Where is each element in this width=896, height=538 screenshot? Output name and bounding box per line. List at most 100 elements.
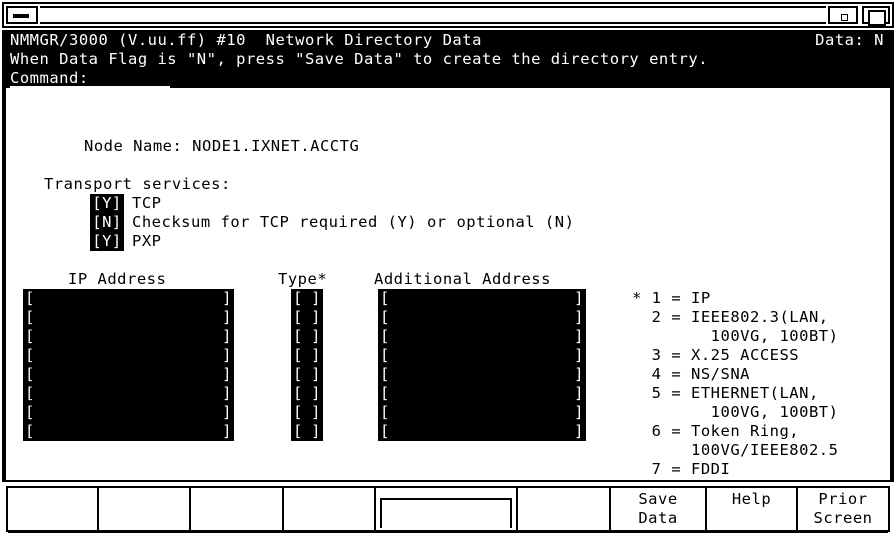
field-bracket-left: [: [25, 327, 35, 345]
ip-address-field-row[interactable]: []: [23, 384, 234, 403]
node-name-row: Node Name: NODE1.IXNET.ACCTG: [84, 137, 359, 156]
additional-address-field-row[interactable]: []: [378, 365, 586, 384]
field-bracket-left: [: [293, 346, 303, 364]
function-key-f5[interactable]: [376, 488, 518, 530]
field-bracket-right: ]: [222, 308, 232, 326]
type-field-row[interactable]: []: [291, 422, 323, 441]
field-bracket-left: [: [293, 403, 303, 421]
window-restore-icon: [841, 14, 848, 21]
field-bracket-right: ]: [311, 327, 321, 345]
window-maximize-icon: [868, 10, 886, 26]
function-key-bar: Save Data Help Prior Screen: [6, 486, 890, 532]
field-bracket-right: ]: [311, 365, 321, 383]
function-key-f2[interactable]: [99, 488, 191, 530]
type-field-row[interactable]: []: [291, 308, 323, 327]
additional-address-field-row[interactable]: []: [378, 327, 586, 346]
field-bracket-right: ]: [311, 384, 321, 402]
node-name-value[interactable]: NODE1.IXNET.ACCTG: [192, 137, 359, 155]
field-bracket-left: [: [380, 403, 390, 421]
window-titlebar: [2, 2, 894, 28]
function-key-label-line1: Save: [638, 490, 678, 508]
legend-line: * 1 = IP: [632, 289, 711, 307]
additional-address-field-row[interactable]: []: [378, 308, 586, 327]
field-bracket-left: [: [380, 289, 390, 307]
legend-line: 100VG, 100BT): [632, 403, 839, 421]
pxp-toggle-field[interactable]: [Y]: [90, 232, 124, 251]
additional-address-field-row[interactable]: []: [378, 346, 586, 365]
function-key-save-data[interactable]: Save Data: [611, 488, 707, 530]
type-field-row[interactable]: []: [291, 384, 323, 403]
field-bracket-left: [: [380, 422, 390, 440]
field-bracket-left: [: [380, 327, 390, 345]
field-bracket-right: ]: [574, 422, 584, 440]
node-name-label: Node Name:: [84, 137, 193, 155]
field-bracket-left: [: [293, 327, 303, 345]
ip-address-field-row[interactable]: []: [23, 327, 234, 346]
status-header-block: NMMGR/3000 (V.uu.ff) #10 Network Directo…: [6, 32, 890, 88]
type-field-row[interactable]: []: [291, 289, 323, 308]
additional-address-field-column: [][][][][][][][]: [378, 289, 586, 441]
field-bracket-right: ]: [574, 365, 584, 383]
field-bracket-left: [: [25, 403, 35, 421]
ip-address-field-row[interactable]: []: [23, 289, 234, 308]
transport-services-label: Transport services:: [44, 175, 231, 193]
window-menu-button[interactable]: [6, 6, 38, 24]
function-key-inset-box-icon: [380, 498, 512, 528]
field-bracket-right: ]: [574, 384, 584, 402]
ip-address-field-row[interactable]: []: [23, 346, 234, 365]
field-bracket-right: ]: [222, 365, 232, 383]
field-bracket-left: [: [293, 289, 303, 307]
field-bracket-left: [: [380, 308, 390, 326]
function-key-label-line1: Prior: [818, 490, 868, 508]
type-field-row[interactable]: []: [291, 403, 323, 422]
additional-address-field-row[interactable]: []: [378, 384, 586, 403]
ip-address-field-row[interactable]: []: [23, 422, 234, 441]
function-key-f4[interactable]: [284, 488, 376, 530]
legend-line: 2 = IEEE802.3(LAN,: [632, 308, 829, 326]
field-bracket-right: ]: [311, 308, 321, 326]
additional-address-field-row[interactable]: []: [378, 422, 586, 441]
column-header-ip-address: IP Address: [68, 270, 167, 288]
additional-address-field-row[interactable]: []: [378, 289, 586, 308]
checksum-label: Checksum for TCP required (Y) or optiona…: [132, 213, 575, 231]
function-key-f3[interactable]: [191, 488, 284, 530]
legend-line: 7 = FDDI: [632, 460, 731, 478]
function-key-label-line2: Data: [638, 509, 678, 527]
tcp-toggle-field[interactable]: [Y]: [90, 194, 124, 213]
ip-address-field-row[interactable]: []: [23, 365, 234, 384]
checksum-toggle-field[interactable]: [N]: [90, 213, 124, 232]
field-bracket-right: ]: [222, 289, 232, 307]
legend-line: 5 = ETHERNET(LAN,: [632, 384, 819, 402]
function-key-f1[interactable]: [8, 488, 99, 530]
app-title-line: NMMGR/3000 (V.uu.ff) #10 Network Directo…: [10, 31, 482, 49]
field-bracket-right: ]: [311, 346, 321, 364]
type-field-row[interactable]: []: [291, 365, 323, 384]
ip-address-field-row[interactable]: []: [23, 403, 234, 422]
window-restore-button[interactable]: [828, 6, 858, 24]
function-key-label-line1: Help: [731, 490, 772, 508]
command-input-field[interactable]: [10, 86, 170, 88]
legend-line: 100VG/IEEE802.5: [632, 441, 839, 459]
field-bracket-left: [: [25, 384, 35, 402]
field-bracket-right: ]: [574, 308, 584, 326]
ip-address-field-row[interactable]: []: [23, 308, 234, 327]
legend-line: 4 = NS/SNA: [632, 365, 750, 383]
function-key-help[interactable]: Help: [707, 488, 798, 530]
window-maximize-button[interactable]: [862, 6, 890, 26]
additional-address-field-row[interactable]: []: [378, 403, 586, 422]
column-header-additional-address: Additional Address: [374, 270, 551, 288]
type-field-column: [][][][][][][][]: [291, 289, 323, 441]
field-bracket-left: [: [293, 422, 303, 440]
function-key-prior-screen[interactable]: Prior Screen: [798, 488, 888, 530]
legend-line: 6 = Token Ring,: [632, 422, 800, 440]
field-bracket-left: [: [380, 384, 390, 402]
field-bracket-left: [: [25, 346, 35, 364]
field-bracket-left: [: [293, 365, 303, 383]
function-key-f6[interactable]: [518, 488, 611, 530]
type-field-row[interactable]: []: [291, 346, 323, 365]
legend-line: 3 = X.25 ACCESS: [632, 346, 800, 364]
field-bracket-right: ]: [222, 422, 232, 440]
type-field-row[interactable]: []: [291, 327, 323, 346]
pxp-label: PXP: [132, 232, 162, 250]
field-bracket-left: [: [25, 308, 35, 326]
